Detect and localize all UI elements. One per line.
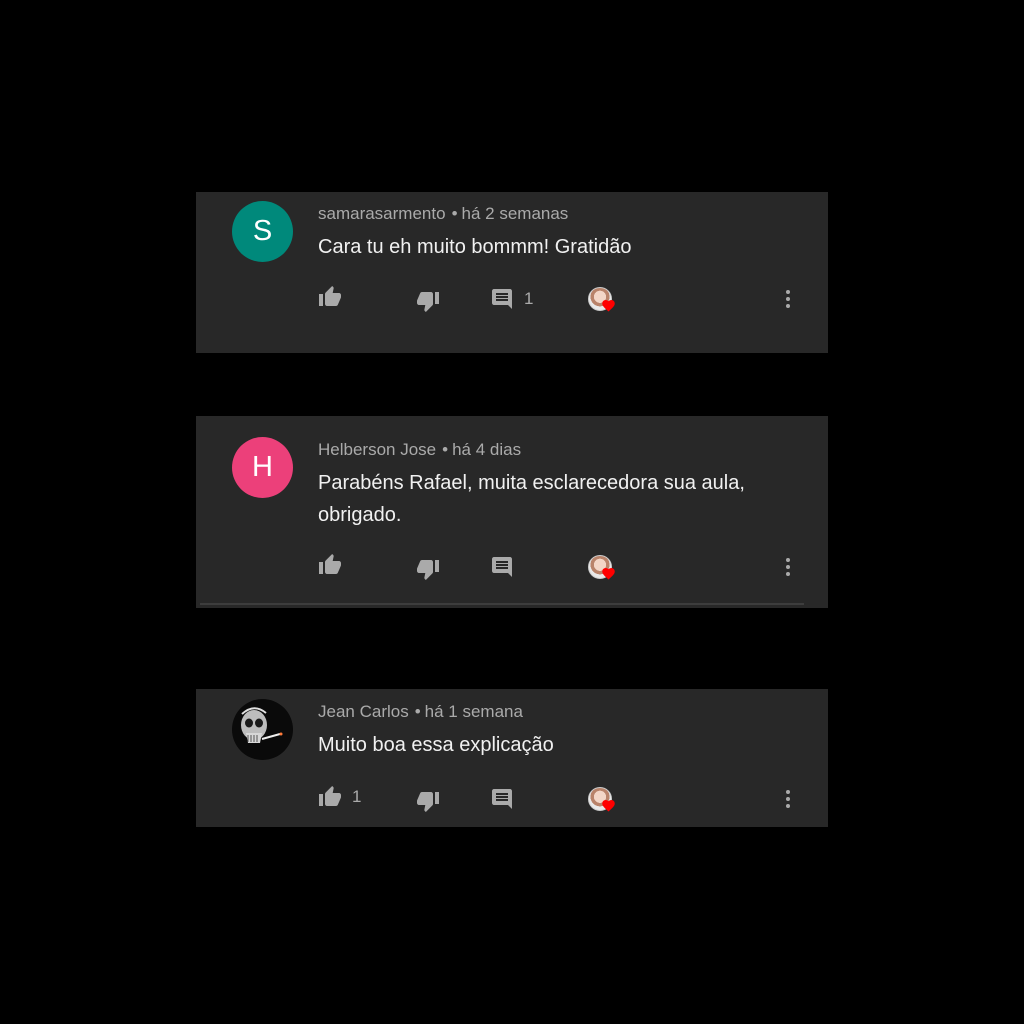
creator-heart-icon (602, 568, 615, 580)
thumb-up-icon (319, 554, 341, 574)
comment-meta: Helberson Jose • há 4 dias (318, 440, 521, 460)
author-name[interactable]: Helberson Jose (318, 440, 436, 459)
comment-card: H Helberson Jose • há 4 dias Parabéns Rafa… (196, 416, 828, 608)
divider (200, 603, 804, 605)
comment-actions: 1 (196, 782, 828, 812)
more-options-button[interactable] (776, 284, 800, 314)
creator-heart-icon (602, 800, 615, 812)
comment-icon (492, 557, 512, 577)
thumb-down-icon (417, 292, 439, 312)
like-button[interactable] (318, 282, 352, 312)
reply-button[interactable]: 1 (490, 284, 533, 314)
dislike-button[interactable] (416, 786, 440, 816)
avatar[interactable]: H (232, 437, 293, 498)
comment-icon (492, 289, 512, 309)
skull-avatar-image (232, 699, 293, 760)
more-options-button[interactable] (776, 552, 800, 582)
thumb-down-icon (417, 560, 439, 580)
comment-text: Parabéns Rafael, muita esclarecedora sua… (318, 472, 745, 526)
creator-heart (588, 285, 618, 315)
avatar[interactable]: S (232, 201, 293, 262)
creator-heart (588, 785, 618, 815)
comment-meta: Jean Carlos • há 1 semana (318, 702, 523, 722)
separator-dot: • (414, 702, 421, 721)
more-vertical-icon (786, 790, 790, 808)
reply-button[interactable] (490, 552, 524, 582)
comment-meta: samarasarmento • há 2 semanas (318, 204, 568, 224)
comment-text: Cara tu eh muito bommm! Gratidão (318, 236, 632, 258)
like-button[interactable]: 1 (318, 782, 361, 812)
dislike-button[interactable] (416, 286, 440, 316)
comment-card: Jean Carlos • há 1 semana Muito boa essa e… (196, 689, 828, 827)
comment-time: há 2 semanas (461, 204, 569, 223)
dislike-button[interactable] (416, 554, 440, 584)
comment-actions (196, 550, 828, 580)
more-vertical-icon (786, 290, 790, 308)
creator-heart-icon (602, 300, 615, 312)
like-button[interactable] (318, 550, 352, 580)
comment-text: Muito boa essa explicação (318, 734, 554, 756)
comment-icon (492, 789, 512, 809)
creator-heart (588, 553, 618, 583)
more-options-button[interactable] (776, 784, 800, 814)
comment-actions: 1 (196, 282, 828, 312)
reply-button[interactable] (490, 784, 524, 814)
thumb-up-icon (319, 786, 341, 806)
comment-time: há 1 semana (424, 702, 523, 721)
reply-count: 1 (524, 289, 534, 308)
like-count: 1 (352, 787, 362, 806)
comment-card: S samarasarmento • há 2 semanas Cara tu eh… (196, 192, 828, 353)
comment-time: há 4 dias (452, 440, 522, 459)
separator-dot: • (451, 204, 458, 223)
author-name[interactable]: samarasarmento (318, 204, 446, 223)
thumb-down-icon (417, 792, 439, 812)
author-name[interactable]: Jean Carlos (318, 702, 409, 721)
more-vertical-icon (786, 558, 790, 576)
thumb-up-icon (319, 286, 341, 306)
separator-dot: • (442, 440, 449, 459)
